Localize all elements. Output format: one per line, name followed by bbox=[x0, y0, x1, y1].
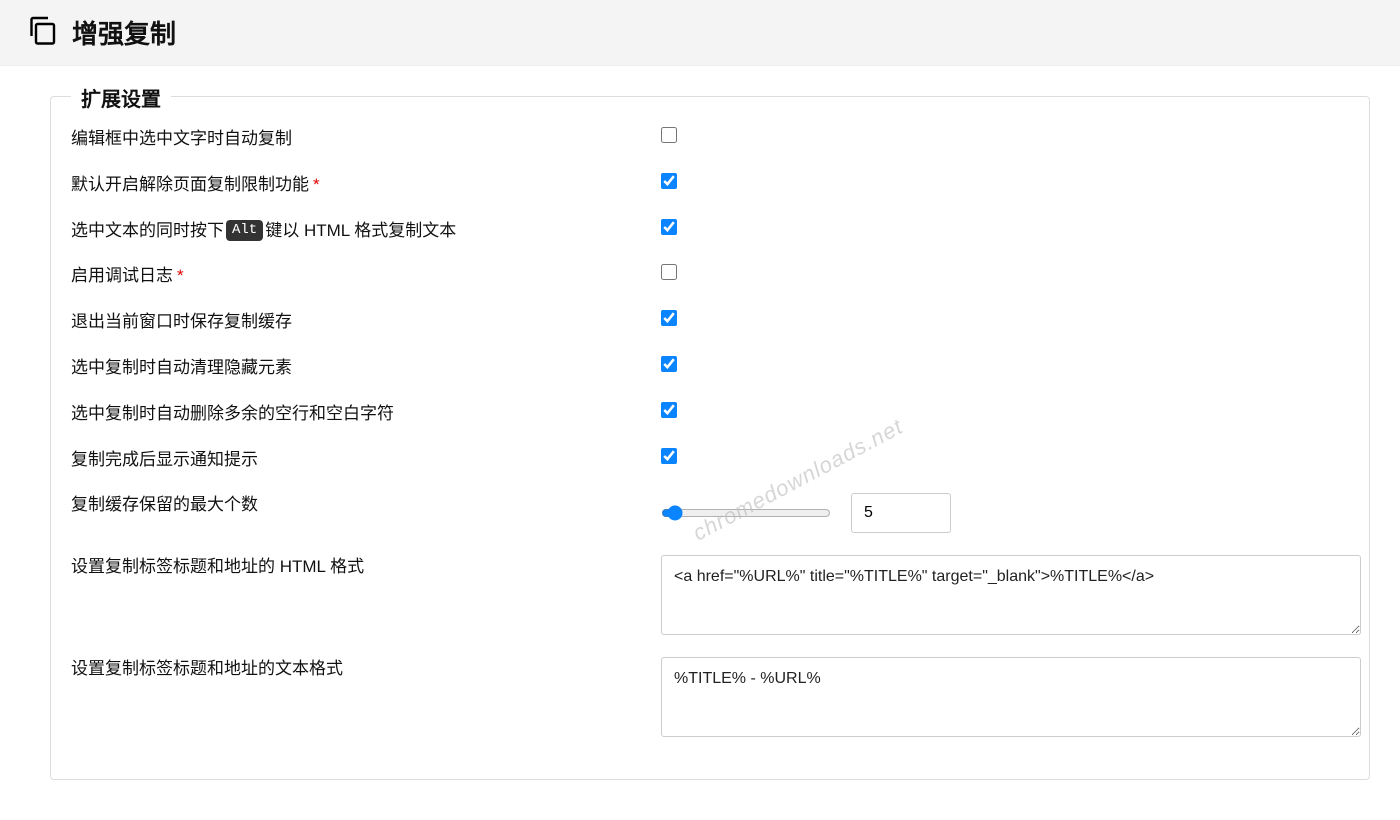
row-unlock-copy: 默认开启解除页面复制限制功能* bbox=[71, 173, 1349, 197]
row-save-cache: 退出当前窗口时保存复制缓存 bbox=[71, 310, 1349, 334]
label-debug-log: 启用调试日志* bbox=[71, 264, 661, 288]
textarea-html-format[interactable] bbox=[661, 555, 1361, 635]
label-auto-copy: 编辑框中选中文字时自动复制 bbox=[71, 127, 661, 151]
checkbox-notification[interactable] bbox=[661, 448, 677, 464]
checkbox-clean-hidden[interactable] bbox=[661, 356, 677, 372]
checkbox-unlock-copy[interactable] bbox=[661, 173, 677, 189]
label-unlock-copy: 默认开启解除页面复制限制功能* bbox=[71, 173, 661, 197]
label-text-format: 设置复制标签标题和地址的文本格式 bbox=[71, 657, 661, 681]
input-max-cache[interactable] bbox=[851, 493, 951, 533]
textarea-text-format[interactable] bbox=[661, 657, 1361, 737]
checkbox-save-cache[interactable] bbox=[661, 310, 677, 326]
row-max-cache: 复制缓存保留的最大个数 bbox=[71, 493, 1349, 533]
checkbox-alt-html[interactable] bbox=[661, 219, 677, 235]
row-auto-copy: 编辑框中选中文字时自动复制 bbox=[71, 127, 1349, 151]
settings-fieldset: 扩展设置 chromedownloads.net 编辑框中选中文字时自动复制 默… bbox=[50, 96, 1370, 780]
page-header: 增强复制 bbox=[0, 0, 1400, 66]
label-max-cache: 复制缓存保留的最大个数 bbox=[71, 493, 661, 517]
fieldset-legend: 扩展设置 bbox=[71, 83, 171, 112]
checkbox-debug-log[interactable] bbox=[661, 264, 677, 280]
page-title: 增强复制 bbox=[72, 14, 176, 51]
content: 扩展设置 chromedownloads.net 编辑框中选中文字时自动复制 默… bbox=[0, 66, 1400, 820]
label-html-format: 设置复制标签标题和地址的 HTML 格式 bbox=[71, 555, 661, 579]
row-alt-html: 选中文本的同时按下 Alt 键以 HTML 格式复制文本 bbox=[71, 219, 1349, 243]
label-notification: 复制完成后显示通知提示 bbox=[71, 448, 661, 472]
row-clean-hidden: 选中复制时自动清理隐藏元素 bbox=[71, 356, 1349, 380]
checkbox-auto-copy[interactable] bbox=[661, 127, 677, 143]
label-save-cache: 退出当前窗口时保存复制缓存 bbox=[71, 310, 661, 334]
label-trim-ws: 选中复制时自动删除多余的空行和空白字符 bbox=[71, 402, 661, 426]
slider-max-cache[interactable] bbox=[661, 505, 831, 521]
row-debug-log: 启用调试日志* bbox=[71, 264, 1349, 288]
row-trim-ws: 选中复制时自动删除多余的空行和空白字符 bbox=[71, 402, 1349, 426]
kbd-alt: Alt bbox=[226, 220, 263, 242]
copy-icon bbox=[24, 12, 60, 53]
row-html-format: 设置复制标签标题和地址的 HTML 格式 bbox=[71, 555, 1349, 635]
row-notification: 复制完成后显示通知提示 bbox=[71, 448, 1349, 472]
row-text-format: 设置复制标签标题和地址的文本格式 bbox=[71, 657, 1349, 737]
checkbox-trim-ws[interactable] bbox=[661, 402, 677, 418]
label-alt-html: 选中文本的同时按下 Alt 键以 HTML 格式复制文本 bbox=[71, 219, 661, 243]
label-clean-hidden: 选中复制时自动清理隐藏元素 bbox=[71, 356, 661, 380]
